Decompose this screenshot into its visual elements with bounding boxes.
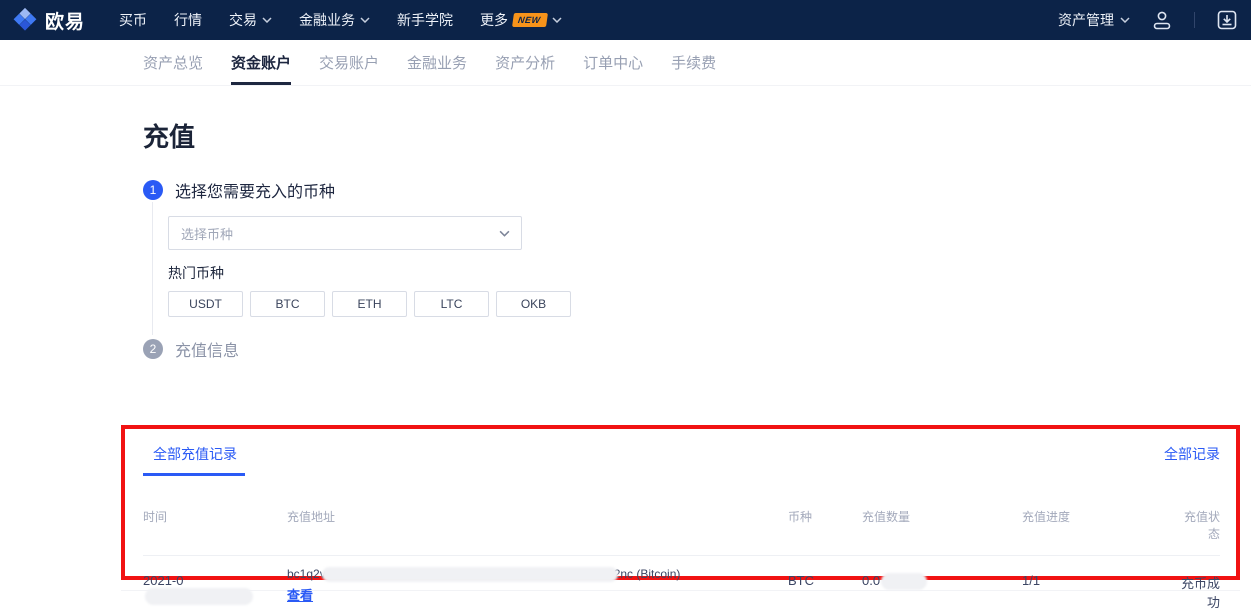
records-header: 全部充值记录 全部记录: [143, 442, 1220, 476]
deposit-address: bc1q2v2nc (Bitcoin): [287, 567, 788, 582]
records-table-header: 时间 充值地址 币种 充值数量 充值进度 充值状态: [143, 508, 1220, 542]
coin-button-usdt[interactable]: USDT: [168, 291, 243, 317]
assets-sub-navigation: 资产总览 资金账户 交易账户 金融业务 资产分析 订单中心 手续费: [0, 40, 1251, 86]
step-1-label: 选择您需要充入的币种: [175, 178, 335, 202]
chevron-down-icon: [552, 17, 562, 23]
active-tab-underline: [143, 473, 245, 476]
tab-fees[interactable]: 手续费: [671, 40, 716, 85]
step-2-number: 2: [143, 339, 163, 359]
user-profile-icon[interactable]: [1152, 9, 1172, 31]
redacted-blur: [145, 588, 253, 605]
coin-select-placeholder: 选择币种: [181, 224, 233, 243]
nav-item-more[interactable]: 更多 NEW: [480, 10, 562, 30]
asset-management-menu[interactable]: 资产管理: [1058, 10, 1130, 30]
cell-time: 2021-0: [143, 567, 287, 605]
okx-diamond-icon: [12, 7, 38, 33]
hot-coins-label: 热门币种: [168, 263, 1251, 283]
nav-item-academy[interactable]: 新手学院: [397, 10, 453, 30]
deposit-main-area: 充值 1 选择您需要充入的币种 选择币种 热门币种 USDT BTC ETH L…: [0, 117, 1251, 361]
cell-status: 充币成功: [1178, 567, 1220, 611]
step-1-number: 1: [143, 180, 163, 200]
cell-amount: 0.0: [862, 567, 1022, 590]
coin-button-ltc[interactable]: LTC: [414, 291, 489, 317]
hot-coins-row: USDT BTC ETH LTC OKB: [168, 291, 1251, 317]
deposit-records-section-highlight: 全部充值记录 全部记录 时间 充值地址 币种 充值数量 充值进度 充值状态 20…: [121, 425, 1240, 580]
nav-item-trade[interactable]: 交易: [229, 10, 272, 30]
nav-item-markets[interactable]: 行情: [174, 10, 202, 30]
tab-all-deposit-records[interactable]: 全部充值记录: [143, 442, 247, 476]
view-link[interactable]: 查看: [287, 585, 313, 604]
redacted-blur: [322, 567, 618, 582]
coin-button-eth[interactable]: ETH: [332, 291, 407, 317]
table-row: 2021-0 bc1q2v2nc (Bitcoin) 查看 BTC 0.0 1/…: [143, 556, 1220, 611]
nav-item-finance[interactable]: 金融业务: [299, 10, 370, 30]
redacted-blur: [881, 573, 927, 590]
coin-button-btc[interactable]: BTC: [250, 291, 325, 317]
coin-button-okb[interactable]: OKB: [496, 291, 571, 317]
tab-trading-account[interactable]: 交易账户: [319, 40, 379, 85]
top-nav-right: 资产管理: [1058, 9, 1237, 31]
top-nav-menu: 买币 行情 交易 金融业务 新手学院 更多 NEW: [119, 10, 562, 30]
step-2-header: 2 充值信息: [143, 337, 1251, 361]
col-header-progress: 充值进度: [1022, 508, 1178, 542]
new-badge: NEW: [512, 13, 547, 27]
col-header-time: 时间: [143, 508, 287, 542]
brand-name: 欧易: [45, 7, 85, 34]
step-1-body: 选择币种 热门币种 USDT BTC ETH LTC OKB: [152, 202, 1251, 335]
page-title: 充值: [143, 117, 1251, 154]
col-header-status: 充值状态: [1178, 508, 1220, 542]
nav-item-buy-crypto[interactable]: 买币: [119, 10, 147, 30]
divider: [1194, 12, 1195, 28]
download-app-icon[interactable]: [1217, 10, 1237, 30]
col-header-coin: 币种: [788, 508, 862, 542]
all-deposit-records-label: 全部充值记录: [143, 442, 247, 464]
col-header-address: 充值地址: [287, 508, 788, 542]
chevron-down-icon: [360, 17, 370, 23]
cell-coin: BTC: [788, 567, 862, 588]
coin-select-dropdown[interactable]: 选择币种: [168, 216, 522, 250]
okx-logo[interactable]: 欧易: [12, 7, 85, 34]
tab-finance[interactable]: 金融业务: [407, 40, 467, 85]
top-navigation-bar: 欧易 买币 行情 交易 金融业务 新手学院 更多 NEW 资产管理: [0, 0, 1251, 40]
tab-funding-account[interactable]: 资金账户: [231, 40, 291, 85]
tab-asset-analysis[interactable]: 资产分析: [495, 40, 555, 85]
tab-order-center[interactable]: 订单中心: [583, 40, 643, 85]
step-2-label: 充值信息: [175, 337, 239, 361]
cell-address: bc1q2v2nc (Bitcoin) 查看: [287, 567, 788, 604]
step-1-header: 1 选择您需要充入的币种: [143, 178, 1251, 202]
chevron-down-icon: [262, 17, 272, 23]
cell-progress: 1/1: [1022, 567, 1178, 588]
chevron-down-icon: [1120, 17, 1130, 23]
chevron-down-icon: [499, 230, 509, 236]
all-records-link[interactable]: 全部记录: [1164, 444, 1220, 464]
col-header-amount: 充值数量: [862, 508, 1022, 542]
tab-assets-overview[interactable]: 资产总览: [143, 40, 203, 85]
